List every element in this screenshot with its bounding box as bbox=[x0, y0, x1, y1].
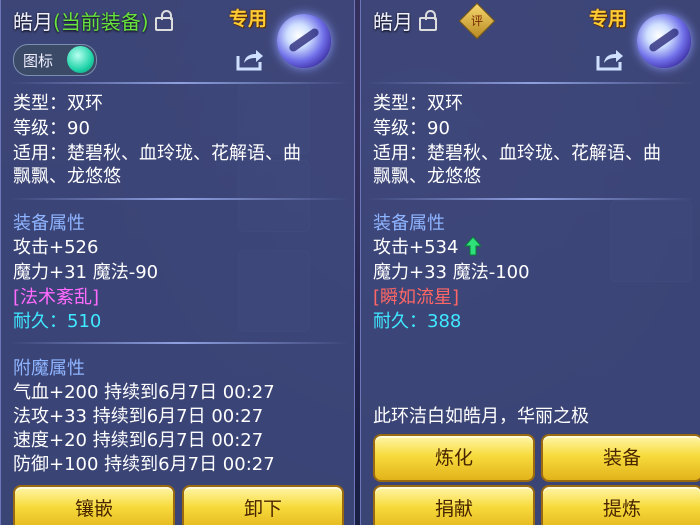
unequip-button[interactable]: 卸下 bbox=[182, 485, 344, 525]
divider bbox=[9, 82, 349, 84]
unlock-icon[interactable] bbox=[419, 10, 437, 31]
toggle-knob-icon bbox=[67, 46, 94, 73]
attack-stat: 攻击+526 bbox=[13, 237, 99, 258]
item-name: 皓月 bbox=[373, 10, 413, 34]
suitable-line-2: 飘飘、龙悠悠 bbox=[373, 166, 481, 187]
divider bbox=[367, 82, 695, 84]
stat-up-arrow-icon bbox=[464, 236, 483, 256]
exclusive-label: 专用 bbox=[229, 8, 268, 30]
level-line: 等级：90 bbox=[373, 118, 450, 139]
attack-stat: 攻击+534 bbox=[373, 237, 459, 258]
divider bbox=[367, 198, 695, 200]
item-name: 皓月 bbox=[13, 10, 53, 34]
item-emblem-icon bbox=[277, 14, 331, 68]
durability: 耐久：388 bbox=[373, 311, 462, 332]
attributes-header: 装备属性 bbox=[373, 213, 445, 234]
unlock-icon[interactable] bbox=[154, 10, 173, 31]
suitable-line-2: 飘飘、龙悠悠 bbox=[13, 166, 121, 187]
enchant-header: 附魔属性 bbox=[13, 358, 85, 379]
item-title: 皓月(当前装备) bbox=[13, 6, 173, 35]
enchant-line: 法攻+33 持续到6月7日 00:27 bbox=[13, 406, 264, 427]
suitable-line-1: 适用：楚碧秋、血玲珑、花解语、曲 bbox=[13, 143, 301, 164]
item-description: 此环洁白如皓月，华丽之极 bbox=[373, 406, 589, 427]
suitable-line-1: 适用：楚碧秋、血玲珑、花解语、曲 bbox=[373, 143, 661, 164]
attack-stat-row: 攻击+534 bbox=[373, 236, 483, 260]
divider bbox=[9, 198, 349, 200]
magic-stat: 魔力+33 魔法-100 bbox=[373, 262, 530, 283]
enchant-line: 速度+20 持续到6月7日 00:27 bbox=[13, 430, 264, 451]
extract-button[interactable]: 提炼 bbox=[541, 485, 700, 525]
type-line: 类型：双环 bbox=[373, 93, 463, 114]
equipped-item-panel: 皓月(当前装备) 专用 图标 类型：双环 等级：90 适用：楚碧秋、血玲珑、花解… bbox=[0, 0, 355, 525]
icon-toggle-label: 图标 bbox=[23, 52, 54, 70]
item-emblem-icon bbox=[637, 14, 691, 68]
durability: 耐久：510 bbox=[13, 311, 102, 332]
share-icon[interactable] bbox=[235, 46, 265, 72]
share-icon[interactable] bbox=[595, 46, 625, 72]
donate-button[interactable]: 捐献 bbox=[373, 485, 535, 525]
level-line: 等级：90 bbox=[13, 118, 90, 139]
divider bbox=[9, 342, 349, 344]
special-effect: [法术紊乱] bbox=[13, 287, 100, 308]
inlay-button[interactable]: 镶嵌 bbox=[13, 485, 175, 525]
equip-button[interactable]: 装备 bbox=[541, 434, 700, 482]
icon-toggle[interactable]: 图标 bbox=[13, 44, 97, 76]
exclusive-label: 专用 bbox=[589, 8, 628, 30]
equipped-status: (当前装备) bbox=[53, 10, 149, 34]
magic-stat: 魔力+31 魔法-90 bbox=[13, 262, 159, 283]
rating-badge-label: 评 bbox=[470, 14, 483, 28]
special-effect: [瞬如流星] bbox=[373, 287, 460, 308]
enchant-line: 防御+100 持续到6月7日 00:27 bbox=[13, 454, 275, 475]
type-line: 类型：双环 bbox=[13, 93, 103, 114]
enchant-line: 气血+200 持续到6月7日 00:27 bbox=[13, 382, 275, 403]
compare-item-panel: 皓月 评 专用 类型：双环 等级：90 适用：楚碧秋、血玲珑、花解语、曲 飘飘、… bbox=[360, 0, 700, 525]
refine-button[interactable]: 炼化 bbox=[373, 434, 535, 482]
attributes-header: 装备属性 bbox=[13, 213, 85, 234]
rating-badge-icon[interactable]: 评 bbox=[458, 2, 496, 40]
item-title: 皓月 bbox=[373, 6, 437, 35]
